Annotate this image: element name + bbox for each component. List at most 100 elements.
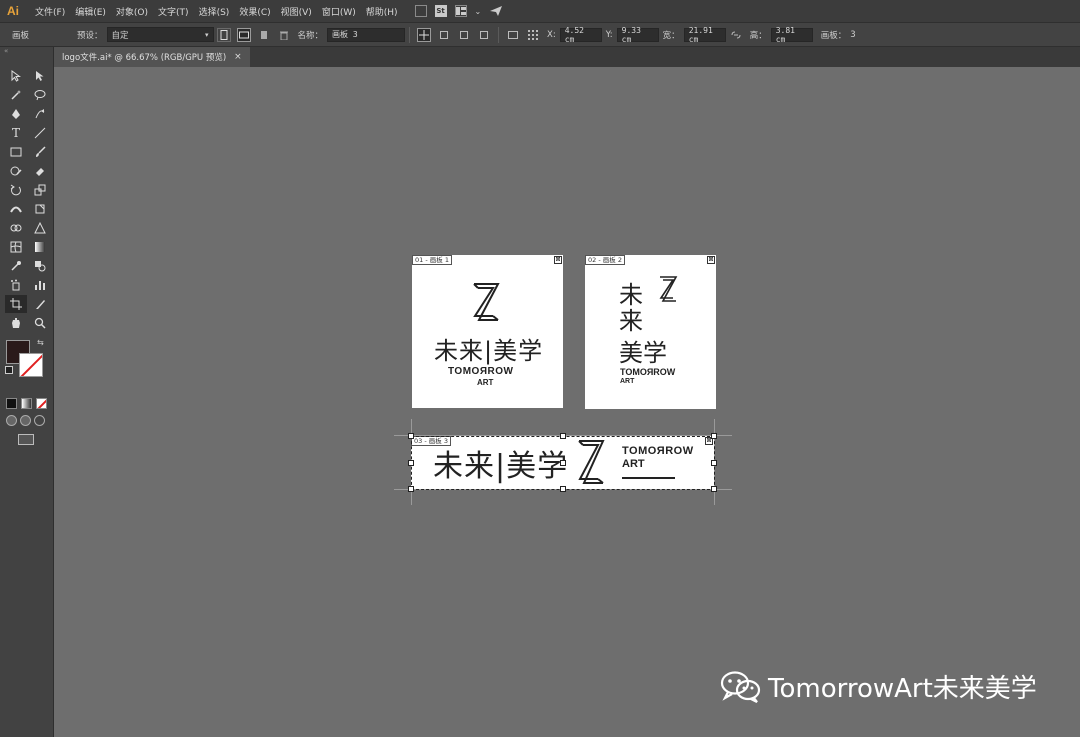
close-icon[interactable]: × [234,52,242,62]
logo-mark-icon [659,276,678,302]
scale-tool-icon[interactable] [29,181,51,199]
rectangle-tool-icon[interactable] [5,143,27,161]
slice-tool-icon[interactable] [29,295,51,313]
line-tool-icon[interactable] [29,124,51,142]
workspace-layout-icon[interactable] [454,5,467,17]
portrait-button[interactable] [216,27,231,42]
column-graph-tool-icon[interactable] [29,276,51,294]
eyedropper-tool-icon[interactable] [5,257,27,275]
artboard-options-icon[interactable] [506,28,520,42]
brand-name-english-line2: ART [477,378,494,387]
gradient-tool-icon[interactable] [29,238,51,256]
resize-handle-w[interactable] [408,460,414,466]
new-artboard-button[interactable] [257,28,271,42]
app-logo: Ai [7,4,19,18]
delete-artboard-icon[interactable] [277,28,291,42]
move-with-artboard-button[interactable] [417,27,432,42]
menu-view[interactable]: 视图(V) [276,5,317,18]
artboard-tool-icon[interactable] [5,295,27,313]
menu-file[interactable]: 文件(F) [30,5,70,18]
close-icon[interactable]: ⊠ [554,256,562,264]
menu-type[interactable]: 文字(T) [153,5,194,18]
color-mode-icon[interactable] [6,398,17,409]
resize-handle-s[interactable] [560,486,566,492]
none-mode-icon[interactable] [36,398,47,409]
resize-handle-nw[interactable] [408,433,414,439]
resize-handle-se[interactable] [711,486,717,492]
chevron-down-icon: ▾ [205,30,209,39]
toolbox-collapse-icon[interactable]: « [0,47,53,57]
stock-icon[interactable]: St [434,5,447,17]
shape-builder-tool-icon[interactable] [5,219,27,237]
draw-behind-icon[interactable] [20,415,31,426]
preset-select[interactable]: 自定 ▾ [106,27,214,42]
landscape-button[interactable] [236,27,251,42]
menu-object[interactable]: 对象(O) [111,5,153,18]
canvas[interactable]: 01 - 画板 1 ⊠ 未来|美学 TOMOЯROW ART 02 - 画板 2… [54,67,1080,737]
y-field[interactable]: 9.33 cm [616,26,659,44]
draw-normal-icon[interactable] [6,415,17,426]
send-icon[interactable] [489,5,503,17]
brand-name-chinese-char3: 美学 [619,339,667,367]
lasso-tool-icon[interactable] [29,86,51,104]
artboard-1-label[interactable]: 01 - 画板 1 [412,255,452,265]
symbol-sprayer-tool-icon[interactable] [5,276,27,294]
stroke-color-swatch[interactable] [19,353,43,377]
menu-help[interactable]: 帮助(H) [361,5,403,18]
resize-handle-center[interactable] [560,460,566,466]
hand-tool-icon[interactable] [5,314,27,332]
resize-handle-ne[interactable] [711,433,717,439]
perspective-grid-tool-icon[interactable] [29,219,51,237]
blend-tool-icon[interactable] [29,257,51,275]
link-icon[interactable] [729,28,743,42]
align-left-icon[interactable] [437,28,451,42]
name-label: 名称： [297,30,324,41]
menu-effect[interactable]: 效果(C) [234,5,275,18]
curvature-tool-icon[interactable] [29,105,51,123]
resize-handle-sw[interactable] [408,486,414,492]
artboard-name-field[interactable]: 画板 3 [327,27,406,42]
document-tab[interactable]: logo文件.ai* @ 66.67% (RGB/GPU 预览) × [54,47,250,67]
draw-inside-icon[interactable] [34,415,45,426]
y-label: Y: [605,29,613,40]
reference-point-icon[interactable] [526,28,540,42]
bridge-icon[interactable] [414,5,427,17]
workspace-dropdown-icon[interactable]: ⌄ [475,7,482,16]
artboard-2[interactable]: 02 - 画板 2 ⊠ 未 来 美学 TOMOЯROW ART [585,255,716,409]
rotate-tool-icon[interactable] [5,181,27,199]
swap-fill-stroke-icon[interactable]: ⇆ [37,338,44,347]
artboard-1[interactable]: 01 - 画板 1 ⊠ 未来|美学 TOMOЯROW ART [412,255,563,408]
zoom-tool-icon[interactable] [29,314,51,332]
type-tool-icon[interactable]: T [5,124,27,142]
artboard-2-label[interactable]: 02 - 画板 2 [585,255,625,265]
menu-window[interactable]: 窗口(W) [317,5,361,18]
free-transform-tool-icon[interactable] [29,200,51,218]
paintbrush-tool-icon[interactable] [29,143,51,161]
resize-handle-e[interactable] [711,460,717,466]
gradient-mode-icon[interactable] [21,398,32,409]
panel-label: 画板 [12,30,30,41]
shaper-tool-icon[interactable] [5,162,27,180]
magic-wand-tool-icon[interactable] [5,86,27,104]
screen-mode-icon[interactable] [18,434,34,445]
document-tab-bar: logo文件.ai* @ 66.67% (RGB/GPU 预览) × [54,47,1080,67]
direct-selection-tool-icon[interactable] [29,67,51,85]
brand-name-chinese: 未来|美学 [434,337,544,365]
watermark-text: TomorrowArt未来美学 [768,674,1037,704]
width-tool-icon[interactable] [5,200,27,218]
menu-bar: Ai 文件(F) 编辑(E) 对象(O) 文字(T) 选择(S) 效果(C) 视… [0,0,1080,22]
width-field[interactable]: 21.91 cm [683,26,726,44]
align-right-icon[interactable] [477,28,491,42]
selection-tool-icon[interactable] [5,67,27,85]
pen-tool-icon[interactable] [5,105,27,123]
eraser-tool-icon[interactable] [29,162,51,180]
align-center-icon[interactable] [457,28,471,42]
mesh-tool-icon[interactable] [5,238,27,256]
x-field[interactable]: 4.52 cm [559,26,602,44]
resize-handle-n[interactable] [560,433,566,439]
menu-edit[interactable]: 编辑(E) [70,5,111,18]
default-fill-stroke-icon[interactable] [5,366,13,374]
menu-select[interactable]: 选择(S) [194,5,235,18]
close-icon[interactable]: ⊠ [707,256,715,264]
height-field[interactable]: 3.81 cm [770,26,813,44]
